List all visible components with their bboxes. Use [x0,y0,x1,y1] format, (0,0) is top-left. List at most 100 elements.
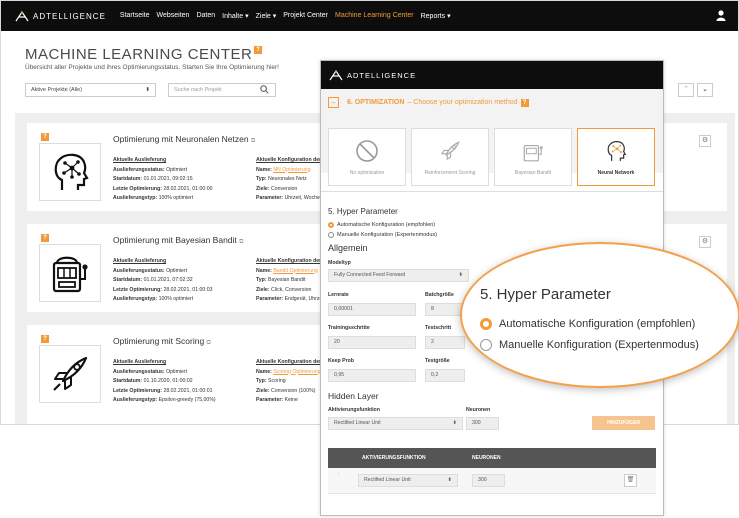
help-icon[interactable]: ? [254,46,263,54]
zoom-radio-manual[interactable]: Manuelle Konfiguration (Expertenmodus) [480,339,699,351]
nav-item-inhalte[interactable]: Inhalte ▾ [222,12,248,20]
info-key: Ziele: [256,185,270,192]
top-navigation: ADTELLIGENCE Startseite Webseiten Daten … [1,1,738,31]
gear-icon[interactable]: ⚙ [699,236,711,248]
keep-prob-field[interactable]: 0,95 [328,369,416,382]
radio-auto-config[interactable]: Automatische Konfiguration (empfohlen) [328,222,435,228]
info-key: Startdatum: [113,176,143,182]
teststep-field[interactable]: 2 [425,336,465,349]
batch-field[interactable]: 8 [425,303,465,316]
modeltyp-label: Modeltyp [328,260,351,266]
nav-item-daten[interactable]: Daten [196,12,215,20]
row-activation-select[interactable]: Rectified Linear Unit ⬍ [358,474,458,487]
zoom-callout: 5. Hyper Parameter Automatische Konfigur… [460,242,739,388]
layer-table-header: AKTIVIERUNGSFUNKTION NEURONEN [328,448,656,468]
help-icon[interactable]: ? [41,133,49,141]
testsize-field[interactable]: 0,2 [425,369,465,382]
nav-item-startseite[interactable]: Startseite [120,12,150,20]
chevron-up-icon: ⌃ [683,86,689,93]
config-info: Aktuelle Konfiguration der O Name: Scori… [256,358,327,406]
method-neural-network[interactable]: Neural Network [577,128,655,186]
brain-network-icon [578,139,654,163]
delivery-info: Aktuelle Auslieferung Auslieferungsstatu… [113,257,213,305]
training-field[interactable]: 20 [328,336,416,349]
info-key: Letzte Optimierung: [113,387,162,394]
help-icon[interactable]: ? [41,234,49,242]
nav-item-projekt-center[interactable]: Projekt Center [283,12,328,20]
sort-up-button[interactable]: ⌃ [678,83,694,97]
info-key: Ziele: [256,387,270,394]
info-value: Keine [284,397,298,403]
info-value: 100% optimiert [158,296,194,302]
sort-down-button[interactable]: ⌄ [697,83,713,97]
radio-manual-config[interactable]: Manuelle Konfiguration (Expertenmodus) [328,232,437,238]
info-key: Parameter: [256,397,284,403]
info-key: Name: [256,267,272,274]
info-key: Name: [256,368,272,375]
gear-icon[interactable]: ⚙ [699,135,711,147]
lernrate-field[interactable]: 0,00001 [328,303,416,316]
card-title-text: Optimierung mit Scoring [113,336,205,346]
card-title[interactable]: Optimierung mit Bayesian Bandit ⧉ [113,235,243,246]
external-link-icon[interactable]: ⧉ [239,239,243,245]
card-title[interactable]: Optimierung mit Neuronalen Netzen ⧉ [113,134,255,145]
info-value: 01.01.2021, 07:02:32 [143,277,193,283]
trash-icon[interactable]: 🗑 [624,474,637,487]
help-icon[interactable]: ? [520,98,529,107]
info-value: 01.10.2020, 01:00:02 [143,378,193,384]
config-info: Aktuelle Konfiguration der O Name: NN Op… [256,156,327,204]
step-number: 6. OPTIMIZATION [347,99,405,106]
info-key: Typ: [256,277,267,283]
brand-logo[interactable]: ADTELLIGENCE [15,10,106,22]
method-bayesian-bandit[interactable]: Bayesian Bandit [494,128,572,186]
config-name-link[interactable]: NN Optimierung [273,167,310,173]
project-filter-value: Aktive Projekte (Alle) [31,87,83,93]
project-search-input[interactable]: Suche nach Projekt [168,83,276,97]
drag-handle-icon[interactable]: ⁝ [338,473,340,478]
info-key: Auslieferungstyp: [113,397,158,403]
help-icon[interactable]: ? [41,335,49,343]
activation-label: Aktivierungsfunktion [328,407,380,413]
row-activation-value: Rectified Linear Unit [364,477,411,483]
neurons-field[interactable]: 300 [466,417,499,430]
config-header: Aktuelle Konfiguration der O [256,157,327,163]
info-key: Typ: [256,378,267,384]
info-value: 100% optimiert [158,195,194,201]
external-link-icon[interactable]: ⧉ [207,340,211,346]
page-title-text: MACHINE LEARNING CENTER [25,46,253,63]
select-arrows-icon: ⬍ [145,87,150,93]
radio-checked-icon [480,318,492,330]
collapse-icon[interactable]: – [328,97,339,108]
method-label: Reinforcement Scoring [424,170,476,176]
nav-item-webseiten[interactable]: Webseiten [156,12,189,20]
config-name-link[interactable]: Bandit Optimierung [273,268,317,274]
add-layer-button[interactable]: HINZUFÜGEN [592,416,655,430]
user-icon[interactable] [716,10,726,21]
project-filter-select[interactable]: Aktive Projekte (Alle) ⬍ [25,83,156,97]
search-icon[interactable] [260,85,269,94]
delivery-header: Aktuelle Auslieferung [113,359,167,365]
zoom-radio-auto[interactable]: Automatische Konfiguration (empfohlen) [480,318,695,330]
nav-item-ziele[interactable]: Ziele ▾ [256,12,277,20]
step-header[interactable]: – 6. OPTIMIZATION – Choose your optimiza… [328,97,529,108]
card-title[interactable]: Optimierung mit Scoring ⧉ [113,336,211,347]
info-value: 01.01.2021, 09:02:15 [143,176,193,182]
radio-label: Automatische Konfiguration (empfohlen) [337,222,436,228]
prohibited-icon [329,139,405,163]
modeltyp-select[interactable]: Fully Connected Feed Forward ⬍ [328,269,469,282]
method-reinforcement-scoring[interactable]: Reinforcement Scoring [411,128,489,186]
row-neurons-field[interactable]: 300 [472,474,505,487]
info-value: Scoring [268,378,286,384]
external-link-icon[interactable]: ⧉ [251,138,255,144]
nav-item-machine-learning-center[interactable]: Machine Learning Center [335,12,414,20]
activation-value: Rectified Linear Unit [334,420,381,426]
config-header: Aktuelle Konfiguration der O [256,258,327,264]
nav-item-reports[interactable]: Reports ▾ [421,12,451,20]
select-arrows-icon: ⬍ [452,420,457,426]
config-header: Aktuelle Konfiguration der O [256,359,327,365]
config-name-link[interactable]: Scoring Optimierung [273,369,320,375]
activation-select[interactable]: Rectified Linear Unit ⬍ [328,417,463,430]
teststep-label: Testschritt [425,325,452,331]
info-value: Bayesian Bandit [268,277,306,283]
method-no-optimization[interactable]: No optimization [328,128,406,186]
